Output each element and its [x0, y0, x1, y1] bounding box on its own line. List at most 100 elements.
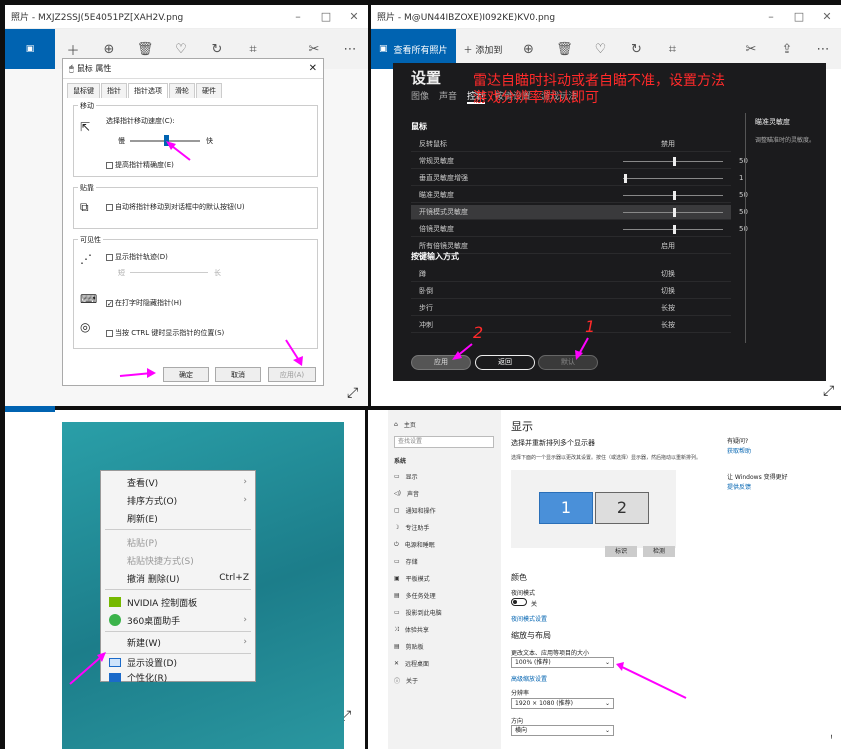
- sidebar-item[interactable]: ▭ 显示: [394, 472, 418, 481]
- sidebar-item[interactable]: ⏻ 电源和睡眠: [394, 540, 435, 550]
- sensitivity-slider[interactable]: [623, 174, 723, 183]
- add-icon[interactable]: ＋: [55, 40, 91, 59]
- menu-item-paste-shortcut[interactable]: 粘贴快捷方式(S): [101, 551, 255, 569]
- night-mode-settings-link[interactable]: 夜间模式设置: [511, 614, 547, 623]
- key-setting-row[interactable]: 蹲 切换: [411, 267, 731, 282]
- settings-search-input[interactable]: 查找设置: [394, 436, 494, 448]
- tab-buttons[interactable]: 鼠标键: [67, 83, 100, 98]
- rotate-icon[interactable]: ↻: [618, 42, 654, 57]
- minimize-button[interactable]: –: [284, 5, 312, 28]
- hide-typing-checkbox[interactable]: ✓ 在打字时隐藏指针(H): [106, 298, 182, 308]
- mouse-setting-row[interactable]: 所有倍镜灵敏度 启用: [411, 239, 731, 254]
- mouse-setting-row[interactable]: 反转鼠标 禁用: [411, 137, 731, 152]
- slider-thumb[interactable]: [673, 225, 676, 234]
- menu-item-undo-delete[interactable]: 撤消 删除(U) Ctrl+Z: [101, 569, 255, 587]
- game-tab-sound[interactable]: 声音: [439, 89, 457, 104]
- zoom-icon[interactable]: ⊕: [91, 42, 127, 57]
- sidebar-item[interactable]: ✕ 远程桌面: [394, 659, 429, 668]
- minimize-button[interactable]: –: [757, 5, 785, 28]
- crop-icon[interactable]: ⌗: [235, 42, 271, 57]
- tab-wheel[interactable]: 滑轮: [169, 83, 195, 98]
- sidebar-item[interactable]: ▤ 多任务处理: [394, 591, 436, 600]
- menu-item-personalize[interactable]: 个性化(R): [101, 670, 255, 684]
- sidebar-item[interactable]: ☽ 专注助手: [394, 523, 429, 532]
- dialog-close-icon[interactable]: ✕: [309, 63, 317, 74]
- sidebar-item[interactable]: ▭ 存储: [394, 557, 418, 566]
- sidebar-item-home[interactable]: ⌂ 主页: [394, 420, 416, 429]
- key-setting-row[interactable]: 卧倒 切换: [411, 284, 731, 299]
- sidebar-item[interactable]: ⤨ 体验共享: [394, 625, 429, 635]
- snap-checkbox[interactable]: 自动将指针移动到对话框中的默认按钮(U): [106, 202, 245, 212]
- sensitivity-slider[interactable]: [623, 225, 723, 234]
- menu-item-sort[interactable]: 排序方式(O) ›: [101, 491, 255, 509]
- apply-button[interactable]: 应用(A): [268, 367, 316, 382]
- see-all-photos-button[interactable]: ▣: [5, 29, 55, 69]
- menu-item-paste[interactable]: 粘贴(P): [101, 533, 255, 551]
- feedback-link[interactable]: 提供反馈: [727, 482, 751, 491]
- tab-pointers[interactable]: 指针: [101, 83, 127, 98]
- game-tab-graphics[interactable]: 图像: [411, 89, 429, 104]
- crop-icon[interactable]: ⌗: [654, 42, 690, 57]
- trails-slider[interactable]: [130, 272, 208, 273]
- trails-checkbox[interactable]: 显示指针轨迹(D): [106, 252, 168, 262]
- mouse-setting-row[interactable]: 常规灵敏度 50: [411, 154, 748, 169]
- ok-button[interactable]: 确定: [163, 367, 209, 382]
- precision-checkbox[interactable]: 提高指针精确度(E): [106, 160, 174, 170]
- menu-item-view[interactable]: 查看(V) ›: [101, 473, 255, 491]
- sensitivity-slider[interactable]: [623, 208, 723, 217]
- rotate-icon[interactable]: ↻: [199, 42, 235, 57]
- scale-dropdown[interactable]: 100% (推荐) ⌄: [511, 657, 614, 668]
- monitor-1[interactable]: 1: [539, 492, 593, 524]
- mouse-setting-row[interactable]: 垂直灵敏度增强 1: [411, 171, 743, 186]
- close-button[interactable]: ✕: [813, 5, 841, 28]
- key-setting-row[interactable]: 步行 长按: [411, 301, 731, 316]
- menu-item-360[interactable]: 360桌面助手 ›: [101, 611, 255, 629]
- game-apply-button[interactable]: 应用: [411, 355, 471, 370]
- tab-hardware[interactable]: 硬件: [196, 83, 222, 98]
- maximize-button[interactable]: □: [785, 5, 813, 28]
- sidebar-item[interactable]: ▢ 通知和操作: [394, 506, 436, 515]
- speed-slider[interactable]: [130, 135, 200, 146]
- advanced-scale-link[interactable]: 高级缩放设置: [511, 674, 547, 683]
- fullscreen-icon[interactable]: ⤢: [347, 385, 358, 401]
- sensitivity-slider[interactable]: [623, 191, 723, 200]
- key-setting-row[interactable]: 冲刺 长按: [411, 318, 731, 333]
- game-default-button[interactable]: 默认: [538, 355, 598, 370]
- slider-thumb[interactable]: [673, 191, 676, 200]
- favorite-icon[interactable]: ♡: [163, 42, 199, 57]
- slider-thumb[interactable]: [624, 174, 627, 183]
- ctrl-show-checkbox[interactable]: 当按 CTRL 键时显示指针的位置(S): [106, 328, 224, 338]
- sidebar-item[interactable]: ▤ 剪贴板: [394, 642, 424, 651]
- close-button[interactable]: ✕: [340, 5, 368, 28]
- cancel-button[interactable]: 取消: [215, 367, 261, 382]
- edit-icon[interactable]: ✂: [733, 42, 769, 57]
- mouse-setting-row[interactable]: 瞄准灵敏度 50: [411, 188, 748, 203]
- delete-icon[interactable]: 🗑: [127, 42, 163, 57]
- speed-slider-thumb[interactable]: [164, 135, 169, 146]
- slider-thumb[interactable]: [673, 157, 676, 166]
- sidebar-item[interactable]: ▭ 投影到此电脑: [394, 608, 442, 617]
- maximize-button[interactable]: □: [312, 5, 340, 28]
- slider-thumb[interactable]: [673, 208, 676, 217]
- sidebar-item[interactable]: ▣ 平板模式: [394, 574, 430, 583]
- game-back-button[interactable]: 返回: [475, 355, 535, 370]
- delete-icon[interactable]: 🗑: [546, 42, 582, 57]
- detect-button[interactable]: 检测: [643, 546, 675, 557]
- get-help-link[interactable]: 获取帮助: [727, 446, 751, 455]
- identify-button[interactable]: 标识: [605, 546, 637, 557]
- mouse-setting-row[interactable]: 开镜模式灵敏度 50: [411, 205, 748, 220]
- mouse-setting-row[interactable]: 倍镜灵敏度 50: [411, 222, 748, 237]
- favorite-icon[interactable]: ♡: [582, 42, 618, 57]
- orientation-dropdown[interactable]: 横向 ⌄: [511, 725, 614, 736]
- menu-item-display-settings[interactable]: 显示设置(D): [101, 653, 255, 671]
- zoom-icon[interactable]: ⊕: [510, 42, 546, 57]
- share-icon[interactable]: ⇪: [769, 42, 805, 57]
- resolution-dropdown[interactable]: 1920 × 1080 (推荐) ⌄: [511, 698, 614, 709]
- monitor-2[interactable]: 2: [595, 492, 649, 524]
- menu-item-new[interactable]: 新建(W) ›: [101, 633, 255, 651]
- tab-pointer-options[interactable]: 指针选项: [128, 83, 168, 98]
- menu-item-nvidia[interactable]: NVIDIA 控制面板: [101, 593, 255, 611]
- night-mode-toggle[interactable]: [511, 598, 527, 606]
- sidebar-item[interactable]: ◁) 声音: [394, 489, 419, 498]
- edit-icon[interactable]: ✂: [296, 42, 332, 57]
